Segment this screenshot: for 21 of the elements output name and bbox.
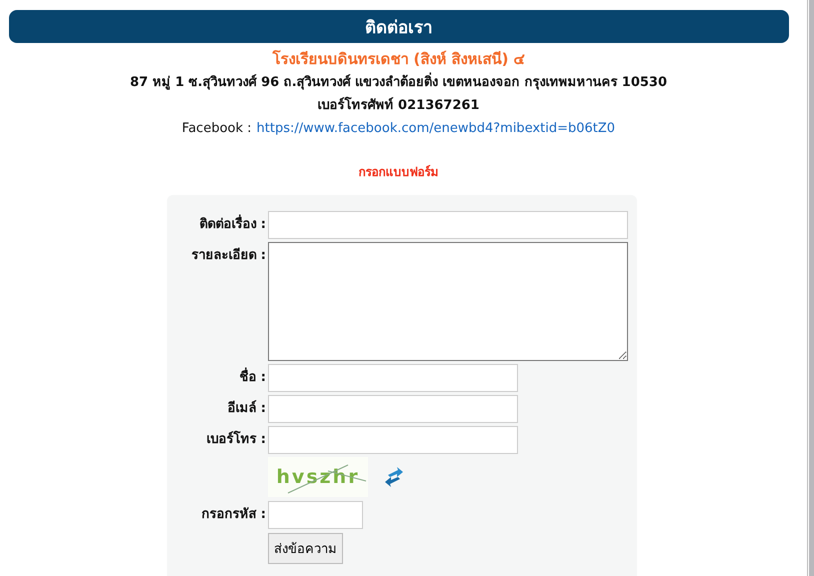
refresh-icon[interactable] xyxy=(384,466,404,488)
field-label: กรอกรหัส : xyxy=(201,506,267,524)
facebook-label: Facebook : xyxy=(182,120,252,138)
field-label: รายละเอียด : xyxy=(191,246,267,265)
input-field[interactable] xyxy=(268,395,518,423)
page-title: ติดต่อเรา xyxy=(9,10,789,43)
field-label: ชื่อ : xyxy=(239,364,268,392)
form-heading: กรอกแบบฟอร์ม xyxy=(358,164,440,181)
facebook-link[interactable]: https://www.facebook.com/enewbd4?mibextid=b06tZ0 xyxy=(256,117,616,140)
input-field[interactable] xyxy=(268,211,628,239)
field-label: เบอร์โทร : xyxy=(206,430,267,449)
address-text: 87 หมู่ 1 ซ.สุวินทวงศ์ 96 ถ.สุวินทวงศ์ แขวงลำต้อยติ่ง เขตหนองจอก กรุงเทพมหานคร 10530 xyxy=(130,71,668,94)
phone-text: เบอร์โทรศัพท์ 021367261 xyxy=(318,96,480,115)
details-field[interactable] xyxy=(268,242,628,361)
submit-button[interactable]: ส่งข้อความ xyxy=(268,533,343,564)
field-label: อีเมล์ : xyxy=(227,399,267,418)
input-field[interactable] xyxy=(268,364,518,392)
code-field[interactable] xyxy=(268,501,363,529)
school-name: โรงเรียนบดินทรเดชา (สิงห์ สิงหเสนี) ๔ xyxy=(272,49,525,70)
input-field[interactable] xyxy=(268,426,518,454)
field-label: ติดต่อเรื่อง : xyxy=(199,211,268,239)
